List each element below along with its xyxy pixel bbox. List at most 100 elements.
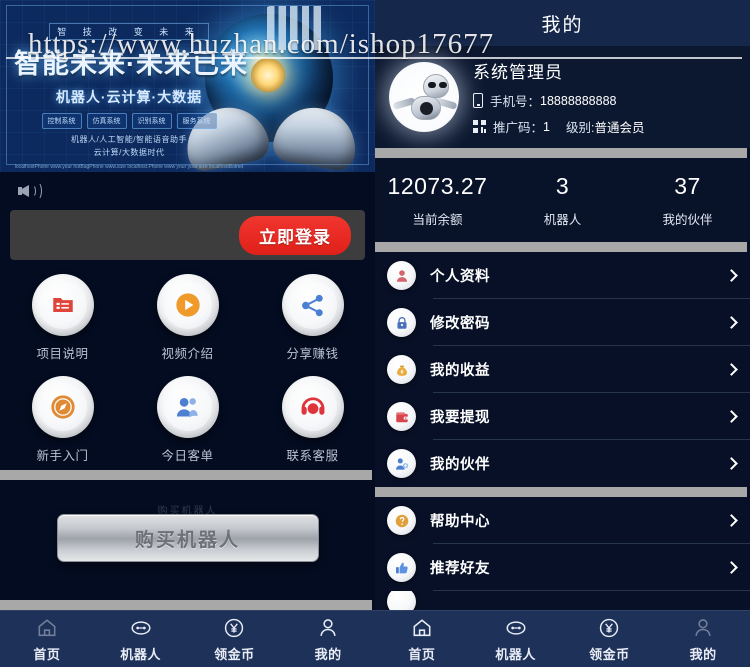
home-screen-panel: 智 技 改 变 未 来 智能未来·未来已来 机器人·云计算·大数据 控制系统 仿… bbox=[0, 0, 375, 667]
money-bag-icon bbox=[387, 355, 416, 384]
stat-value: 37 bbox=[674, 172, 701, 199]
menu-item-my-partners[interactable]: 我的伙伴 bbox=[375, 440, 750, 487]
tab-label: 首页 bbox=[408, 646, 436, 662]
grid-item-project-desc[interactable]: 项目说明 bbox=[0, 274, 125, 362]
grid-item-beginner-guide[interactable]: 新手入门 bbox=[0, 376, 125, 464]
banner-line-2: 云计算/大数据时代 bbox=[93, 148, 165, 157]
banner-text-block: 智 技 改 变 未 来 智能未来·未来已来 机器人·云计算·大数据 控制系统 仿… bbox=[14, 22, 247, 172]
profile-info: 系统管理员 手机号： 18888888888 推广码： 1 级别: 普通会员 bbox=[473, 58, 644, 136]
chevron-right-icon bbox=[725, 514, 738, 527]
lock-icon bbox=[387, 308, 416, 337]
chevron-right-icon bbox=[725, 363, 738, 376]
tab-robot[interactable]: 机器人 bbox=[469, 616, 563, 663]
banner-tag: 仿真系统 bbox=[86, 113, 127, 129]
placeholder-icon bbox=[387, 591, 416, 611]
stat-balance[interactable]: 12073.27 当前余额 bbox=[375, 173, 500, 228]
headset-icon bbox=[281, 376, 344, 438]
tab-label: 领金币 bbox=[214, 646, 255, 662]
banner-line-1: 机器人/人工智能/智能语音助手 bbox=[71, 135, 187, 144]
grid-item-today-orders[interactable]: 今日客单 bbox=[125, 376, 250, 464]
stat-label: 我的伙伴 bbox=[662, 212, 713, 227]
grid-item-label: 新手入门 bbox=[36, 449, 89, 463]
menu-item-withdraw[interactable]: 我要提现 bbox=[375, 393, 750, 440]
buy-robot-button[interactable]: 购买机器人 bbox=[56, 514, 319, 562]
quick-action-grid: 项目说明 视频介绍 分享赚钱 新手入门 今日客单 联系客服 bbox=[0, 260, 375, 470]
folder-list-icon bbox=[31, 274, 94, 336]
tab-coins[interactable]: 领金币 bbox=[563, 616, 657, 663]
tab-home[interactable]: 首页 bbox=[0, 616, 94, 663]
tab-mine[interactable]: 我的 bbox=[281, 616, 375, 663]
login-now-button[interactable]: 立即登录 bbox=[239, 215, 351, 255]
level-value: 普通会员 bbox=[594, 121, 645, 135]
banner-tag: 服务系统 bbox=[176, 113, 217, 129]
stat-value: 12073.27 bbox=[387, 172, 488, 199]
section-separator bbox=[0, 600, 372, 610]
menu-item-help-center[interactable]: 帮助中心 bbox=[375, 497, 750, 544]
home-icon bbox=[411, 616, 433, 640]
menu-item-label: 我要提现 bbox=[430, 410, 490, 426]
speaker-icon bbox=[18, 181, 42, 201]
robot-icon bbox=[504, 616, 528, 640]
section-separator bbox=[375, 487, 747, 497]
page-title: 我的 bbox=[541, 14, 584, 36]
section-separator bbox=[375, 242, 747, 252]
tab-label: 首页 bbox=[33, 646, 61, 662]
avatar[interactable] bbox=[389, 62, 459, 132]
profile-name: 系统管理员 bbox=[473, 63, 563, 82]
menu-item-personal-info[interactable]: 个人资料 bbox=[375, 252, 750, 299]
grid-item-label: 项目说明 bbox=[36, 347, 89, 361]
stat-partners[interactable]: 37 我的伙伴 bbox=[625, 173, 750, 228]
tab-label: 机器人 bbox=[120, 646, 161, 662]
profile-screen-panel: 我的 系统管理员 手机号： 18888888888 推广码： 1 级别: 普通会… bbox=[375, 0, 750, 667]
partners-icon bbox=[387, 449, 416, 478]
chevron-right-icon bbox=[725, 561, 738, 574]
menu-item-partial-cutoff[interactable] bbox=[375, 591, 750, 611]
phone-label: 手机号： bbox=[490, 95, 541, 109]
stat-robots[interactable]: 3 机器人 bbox=[500, 173, 625, 228]
banner-tag: 识别系统 bbox=[131, 113, 172, 129]
grid-item-share-earn[interactable]: 分享赚钱 bbox=[250, 274, 375, 362]
banner-url-note: localhostPhone www.your hotBagPhone www.… bbox=[14, 164, 244, 172]
tab-robot[interactable]: 机器人 bbox=[94, 616, 188, 663]
buy-robot-section: 购买机器人 购买机器人 bbox=[0, 480, 375, 596]
yuan-coin-icon bbox=[223, 616, 245, 640]
menu-group-account: 个人资料 修改密码 我的收益 我要提现 我的伙伴 bbox=[375, 252, 750, 487]
grid-item-contact-support[interactable]: 联系客服 bbox=[250, 376, 375, 464]
menu-group-support: 帮助中心 推荐好友 bbox=[375, 497, 750, 611]
tab-label: 领金币 bbox=[589, 646, 630, 662]
stat-value: 3 bbox=[555, 172, 570, 199]
level-label: 级别: bbox=[565, 121, 595, 135]
chevron-right-icon bbox=[725, 316, 738, 329]
menu-item-refer-friends[interactable]: 推荐好友 bbox=[375, 544, 750, 591]
yuan-coin-icon bbox=[598, 616, 620, 640]
app-root: 智 技 改 变 未 来 智能未来·未来已来 机器人·云计算·大数据 控制系统 仿… bbox=[0, 0, 750, 667]
section-separator bbox=[0, 470, 372, 480]
chevron-right-icon bbox=[725, 457, 738, 470]
tab-label: 我的 bbox=[314, 646, 342, 662]
tab-mine[interactable]: 我的 bbox=[656, 616, 750, 663]
stats-row: 12073.27 当前余额 3 机器人 37 我的伙伴 bbox=[375, 158, 750, 242]
grid-item-video-intro[interactable]: 视频介绍 bbox=[125, 274, 250, 362]
chevron-right-icon bbox=[725, 410, 738, 423]
banner-subtitle: 机器人·云计算·大数据 bbox=[55, 89, 203, 105]
menu-item-my-earnings[interactable]: 我的收益 bbox=[375, 346, 750, 393]
promo-label: 推广码： bbox=[493, 121, 544, 135]
banner-tag-list: 控制系统 仿真系统 识别系统 服务系统 bbox=[14, 113, 244, 129]
tab-home[interactable]: 首页 bbox=[375, 616, 469, 663]
phone-value: 18888888888 bbox=[540, 93, 617, 108]
announcement-bar[interactable] bbox=[0, 172, 375, 210]
promo-value: 1 bbox=[543, 119, 550, 134]
hero-banner[interactable]: 智 技 改 变 未 来 智能未来·未来已来 机器人·云计算·大数据 控制系统 仿… bbox=[0, 0, 375, 172]
profile-card[interactable]: 系统管理员 手机号： 18888888888 推广码： 1 级别: 普通会员 bbox=[375, 46, 750, 148]
menu-item-change-password[interactable]: 修改密码 bbox=[375, 299, 750, 346]
tab-coins[interactable]: 领金币 bbox=[188, 616, 282, 663]
home-icon bbox=[36, 616, 58, 640]
grid-item-label: 联系客服 bbox=[286, 449, 339, 463]
user-profile-icon bbox=[387, 261, 416, 290]
user-icon bbox=[317, 616, 339, 640]
wallet-icon bbox=[387, 402, 416, 431]
profile-promo-row: 推广码： 1 级别: 普通会员 bbox=[473, 117, 644, 136]
banner-top-tag: 智 技 改 变 未 来 bbox=[49, 23, 209, 40]
menu-item-label: 我的伙伴 bbox=[430, 457, 490, 473]
stat-label: 机器人 bbox=[543, 212, 582, 227]
